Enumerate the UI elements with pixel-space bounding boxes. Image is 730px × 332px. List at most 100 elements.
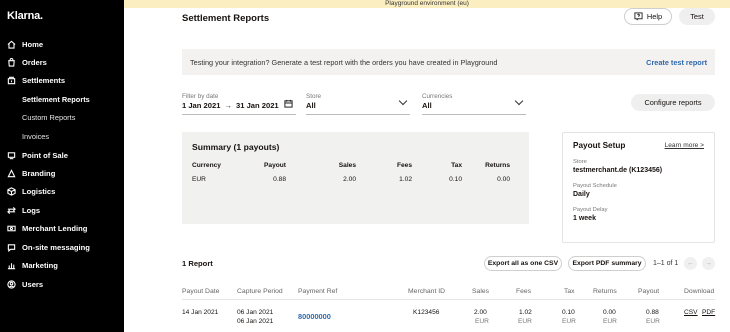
logs-icon (6, 205, 16, 215)
summary-fees: 1.02 (399, 176, 412, 183)
test-label: Test (690, 12, 704, 21)
configure-reports-button[interactable]: Configure reports (631, 94, 715, 111)
sidebar-item-users[interactable]: Users (6, 277, 43, 291)
sidebar-item-settlements[interactable]: Settlements (6, 73, 65, 87)
learn-more-link[interactable]: Learn more > (665, 142, 704, 149)
sidebar-item-label: Logistics (22, 186, 56, 196)
date-filter-underline (182, 114, 296, 115)
sidebar-item-label: Logs (22, 205, 41, 215)
notice-text: Testing your integration? Generate a tes… (190, 57, 498, 67)
sidebar-item-home[interactable]: Home (6, 37, 43, 51)
branding-icon (6, 168, 16, 178)
help-icon (634, 12, 643, 21)
download-pdf-link[interactable]: PDF (702, 309, 715, 316)
date-from: 1 Jan 2021 (182, 101, 221, 110)
sidebar-item-label: Users (22, 279, 44, 289)
fees-currency: EUR (518, 318, 532, 325)
sidebar-item-marketing[interactable]: Marketing (6, 258, 58, 272)
export-csv-button[interactable]: Export all as one CSV (484, 256, 562, 271)
sidebar-item-label: Settlements (22, 75, 66, 85)
summary-header-fees: Fees (396, 162, 412, 169)
marketing-icon (6, 260, 16, 270)
tax-currency: EUR (562, 318, 576, 325)
summary-header-currency: Currency (192, 162, 221, 169)
summary-payout: 0.88 (273, 176, 286, 183)
sidebar-item-merchant-lending[interactable]: Merchant Lending (6, 221, 87, 235)
sidebar-item-label: On-site messaging (22, 242, 90, 252)
summary-table: Currency Payout Sales Fees Tax Returns E… (192, 162, 519, 183)
sidebar-item-orders[interactable]: Orders (6, 55, 47, 69)
summary-tax: 0.10 (449, 176, 462, 183)
currencies-filter-value: All (422, 101, 432, 110)
sales-cell: 2.00 (474, 309, 487, 316)
payout-setup-card: Payout Setup Learn more > Store testmerc… (562, 132, 715, 243)
export-pdf-button[interactable]: Export PDF summary (568, 256, 646, 271)
help-button[interactable]: Help (624, 8, 672, 25)
column-header-fees: Fees (516, 288, 532, 295)
column-header-sales: Sales (472, 288, 490, 295)
fees-cell: 1.02 (519, 309, 532, 316)
sidebar-item-on-site-messaging[interactable]: On-site messaging (6, 240, 90, 254)
export-csv-label: Export all as one CSV (487, 260, 559, 267)
store-filter-value: All (306, 101, 316, 110)
previous-page-button[interactable]: ← (684, 257, 697, 270)
summary-header-tax: Tax (451, 162, 462, 169)
currencies-filter[interactable]: Currencies All (422, 93, 526, 115)
logistics-icon (6, 186, 16, 196)
payout-date-cell: 14 Jan 2021 (182, 309, 219, 316)
payout-currency: EUR (646, 318, 660, 325)
date-filter-label: Filter by date (182, 93, 219, 100)
capture-from-cell: 06 Jan 2021 (237, 309, 274, 316)
sidebar-item-logistics[interactable]: Logistics (6, 184, 55, 198)
summary-sales: 2.00 (343, 176, 356, 183)
payout-schedule-label: Payout Schedule (573, 183, 617, 189)
klarna-logo[interactable]: Klarna. (7, 10, 43, 22)
currencies-filter-label: Currencies (422, 93, 453, 100)
store-label: Store (573, 159, 587, 165)
sidebar-item-branding[interactable]: Branding (6, 166, 55, 180)
payout-delay-value: 1 week (573, 215, 596, 222)
table-divider (182, 299, 715, 300)
calendar-icon[interactable] (284, 99, 293, 110)
sidebar-item-point-of-sale[interactable]: Point of Sale (6, 148, 68, 162)
column-header-payout: Payout (638, 288, 660, 295)
column-header-capture-period: Capture Period (237, 288, 283, 295)
home-icon (6, 39, 16, 49)
store-filter-label: Store (306, 93, 322, 100)
date-filter[interactable]: Filter by date 1 Jan 2021 → 31 Jan 2021 (182, 93, 296, 115)
sidebar-item-label: Branding (22, 168, 56, 178)
arrow-right-icon: → (224, 101, 233, 110)
payment-ref-link[interactable]: 80000000 (298, 312, 331, 321)
configure-reports-label: Configure reports (644, 98, 702, 107)
payout-delay-label: Payout Delay (573, 207, 608, 213)
sidebar-subitem-invoices[interactable]: Invoices (22, 130, 49, 142)
summary-header-returns: Returns (485, 162, 510, 169)
help-label: Help (646, 12, 663, 21)
store-filter[interactable]: Store All (306, 93, 410, 115)
sidebar: Klarna. Home Orders Settlements Settleme… (0, 0, 124, 332)
sidebar-item-label: Marketing (22, 260, 58, 270)
export-pdf-label: Export PDF summary (572, 260, 642, 267)
create-test-report-link[interactable]: Create test report (646, 58, 707, 67)
date-range: 1 Jan 2021 → 31 Jan 2021 (182, 101, 296, 110)
summary-currency: EUR (192, 176, 206, 183)
test-environment-button[interactable]: Test (679, 8, 715, 25)
sidebar-item-label: Orders (22, 57, 47, 67)
orders-icon (6, 57, 16, 67)
column-header-download: Download (684, 288, 715, 295)
next-page-button[interactable]: → (702, 257, 715, 270)
store-value: testmerchant.de (K123456) (573, 167, 663, 174)
column-header-returns: Returns (593, 288, 617, 295)
messaging-icon (6, 242, 16, 252)
currencies-filter-underline (422, 114, 526, 115)
summary-title: Summary (1 payouts) (192, 142, 280, 152)
summary-header-sales: Sales (338, 162, 356, 169)
sidebar-item-logs[interactable]: Logs (6, 203, 40, 217)
download-csv-link[interactable]: CSV (684, 309, 698, 316)
sidebar-subitem-custom-reports[interactable]: Custom Reports (22, 111, 75, 123)
pagination-status: 1–1 of 1 (653, 260, 679, 267)
sidebar-subitem-settlement-reports[interactable]: Settlement Reports (22, 93, 90, 105)
test-report-notice: Testing your integration? Generate a tes… (182, 49, 715, 75)
payout-schedule-value: Daily (573, 191, 590, 198)
users-icon (6, 279, 16, 289)
